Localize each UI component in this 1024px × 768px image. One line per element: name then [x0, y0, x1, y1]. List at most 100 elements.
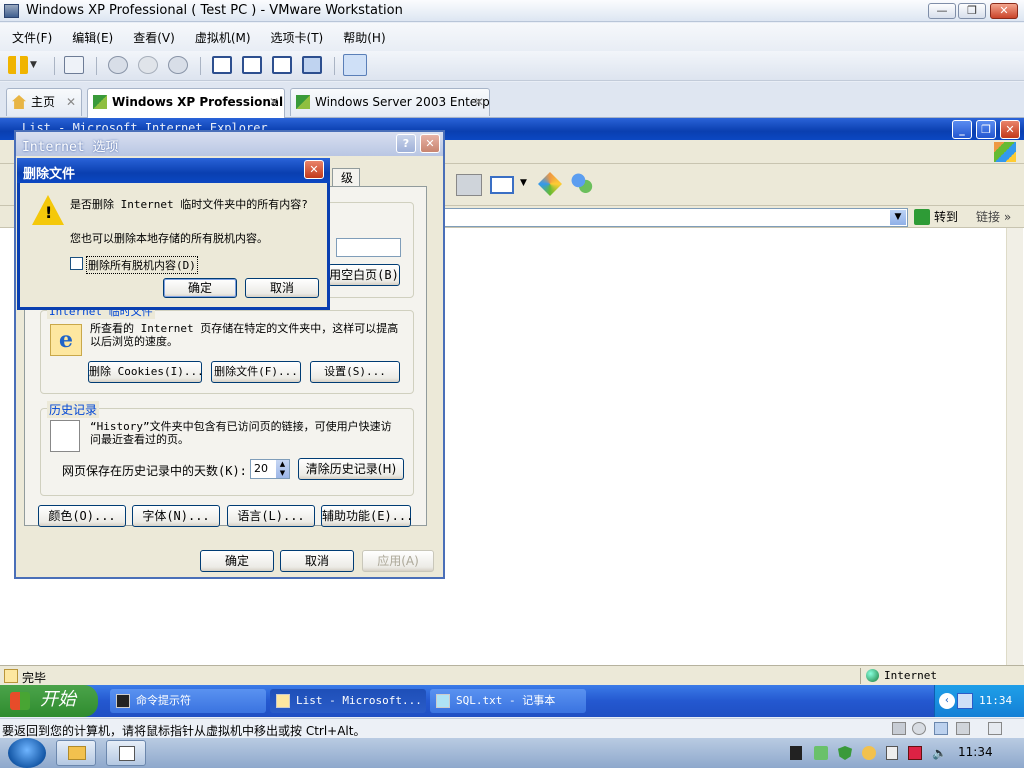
address-input[interactable]: ▼	[440, 208, 908, 227]
tray-app2-icon[interactable]	[862, 746, 876, 760]
accessibility-button[interactable]: 辅助功能(E)...	[321, 505, 413, 527]
task-label: 命令提示符	[136, 694, 191, 707]
maximize-button[interactable]: ❐	[958, 3, 986, 19]
task-ie-list[interactable]: List - Microsoft...	[270, 689, 426, 713]
discuss-icon[interactable]	[538, 172, 562, 196]
print-icon[interactable]	[456, 174, 482, 196]
quick-switch-icon[interactable]	[343, 54, 367, 76]
tray-device-icon[interactable]	[886, 746, 898, 760]
home-icon	[12, 95, 26, 109]
console-view-icon[interactable]	[242, 56, 262, 74]
network-status-icon[interactable]	[908, 746, 922, 760]
dialog-close-button[interactable]: ✕	[304, 160, 324, 179]
dialog-titlebar: 删除文件 ✕	[17, 158, 330, 183]
host-clock: 11:34	[958, 745, 993, 759]
minimize-button[interactable]: —	[928, 3, 956, 19]
delete-cookies-button[interactable]: 删除 Cookies(I)...	[88, 361, 204, 383]
settings-button[interactable]: 设置(S)...	[310, 361, 400, 383]
snapshot-manager-icon[interactable]	[168, 56, 188, 74]
security-shield-icon[interactable]	[838, 746, 852, 760]
ie-scrollbar[interactable]	[1006, 228, 1023, 665]
xp-system-tray: ‹ 11:34	[934, 685, 1024, 717]
start-button[interactable]: 开始	[0, 685, 98, 717]
host-start-orb[interactable]	[8, 738, 46, 768]
tab-label: Windows XP Professional...	[112, 95, 285, 109]
chevron-left-icon[interactable]: ‹	[939, 693, 955, 709]
delete-files-button[interactable]: 删除文件(F)...	[211, 361, 301, 383]
fullscreen-icon[interactable]	[272, 56, 292, 74]
fonts-button[interactable]: 字体(N)...	[132, 505, 220, 527]
colors-button[interactable]: 颜色(O)...	[38, 505, 126, 527]
tray-app-icon[interactable]	[814, 746, 828, 760]
unity-icon[interactable]	[302, 56, 322, 74]
ie-close-button[interactable]: ✕	[1000, 120, 1020, 139]
tab-partial[interactable]: 级	[332, 168, 360, 186]
dialog-close-button[interactable]: ✕	[420, 134, 440, 153]
menu-vm[interactable]: 虚拟机(M)	[193, 27, 253, 48]
menu-help[interactable]: 帮助(H)	[341, 27, 387, 48]
sidebar-view-icon[interactable]	[212, 56, 232, 74]
task-cmd[interactable]: 命令提示符	[110, 689, 266, 713]
revert-snapshot-icon[interactable]	[138, 56, 158, 74]
temp-files-description: 所查看的 Internet 页存储在特定的文件夹中，这样可以提高以后浏览的速度。	[90, 322, 399, 348]
cdrom-icon[interactable]	[912, 722, 926, 735]
links-button[interactable]: 链接 »	[976, 207, 1011, 227]
tab-home[interactable]: 主页 ✕	[6, 88, 82, 116]
homepage-address-input[interactable]	[336, 238, 401, 257]
security-zone: Internet	[884, 669, 937, 682]
apply-button[interactable]: 应用(A)	[362, 550, 434, 572]
network-icon[interactable]	[64, 56, 84, 74]
usb-icon[interactable]	[956, 722, 970, 735]
task-notepad[interactable]: SQL.txt - 记事本	[430, 689, 586, 713]
snapshot-icon[interactable]	[108, 56, 128, 74]
checkbox-label[interactable]: 删除所有脱机内容(D)	[86, 256, 198, 274]
chevron-down-icon[interactable]: ▼	[890, 210, 906, 225]
grab-notice: 要返回到您的计算机，请将鼠标指针从虚拟机中移出或按 Ctrl+Alt。	[2, 724, 366, 738]
edit-icon[interactable]	[490, 176, 514, 194]
history-days-spinner[interactable]: 20 ▲ ▼	[250, 459, 290, 479]
chevron-down-icon[interactable]: ▼	[520, 178, 527, 188]
spinner-arrows-icon[interactable]: ▲ ▼	[276, 460, 289, 478]
media-icon[interactable]	[790, 746, 802, 760]
close-button[interactable]: ✕	[990, 3, 1018, 19]
tab-label: 主页	[31, 95, 56, 109]
network-tray-icon[interactable]	[957, 693, 973, 709]
clear-history-button[interactable]: 清除历史记录(H)	[298, 458, 404, 480]
delete-offline-checkbox[interactable]	[70, 257, 83, 270]
ok-button[interactable]: 确定	[163, 278, 237, 298]
menu-tabs[interactable]: 选项卡(T)	[269, 27, 326, 48]
messenger-icon[interactable]	[570, 172, 594, 196]
vmware-toolbar: ▼	[0, 51, 1024, 81]
close-tab-icon[interactable]: ✕	[474, 89, 484, 115]
ie-statusbar: 完毕 Internet	[0, 665, 1024, 685]
languages-button[interactable]: 语言(L)...	[227, 505, 315, 527]
go-button[interactable]: 转到	[912, 207, 958, 227]
tab-windows-xp[interactable]: Windows XP Professional... ✕	[87, 88, 285, 118]
ok-button[interactable]: 确定	[200, 550, 274, 572]
menu-file[interactable]: 文件(F)	[10, 27, 54, 48]
network-adapter-icon[interactable]	[934, 722, 948, 735]
menu-edit[interactable]: 编辑(E)	[70, 27, 115, 48]
vmware-taskbar-button[interactable]	[106, 740, 146, 766]
volume-icon[interactable]: 🔈	[932, 746, 947, 760]
pause-icon[interactable]	[8, 56, 28, 74]
menu-view[interactable]: 查看(V)	[131, 27, 177, 48]
close-tab-icon[interactable]: ✕	[66, 89, 76, 115]
explorer-taskbar-button[interactable]	[56, 740, 96, 766]
vm-running-icon	[296, 95, 310, 109]
windows-logo-icon	[994, 142, 1016, 162]
chevron-down-icon[interactable]: ▼	[30, 56, 42, 74]
message-icon[interactable]	[988, 722, 1002, 735]
hard-disk-icon[interactable]	[892, 722, 906, 735]
help-button[interactable]: ?	[396, 134, 416, 153]
globe-icon	[866, 669, 879, 682]
close-tab-icon[interactable]: ✕	[269, 89, 279, 115]
ie-restore-button[interactable]: ❐	[976, 120, 996, 139]
use-blank-button[interactable]: 用空白页(B)	[328, 264, 400, 286]
vmware-statusbar: 要返回到您的计算机，请将鼠标指针从虚拟机中移出或按 Ctrl+Alt。	[0, 718, 1024, 738]
task-label: SQL.txt - 记事本	[456, 694, 556, 707]
ie-minimize-button[interactable]: _	[952, 120, 972, 139]
cancel-button[interactable]: 取消	[245, 278, 319, 298]
tab-windows-server-2003[interactable]: Windows Server 2003 Enterpr... ✕	[290, 88, 490, 116]
cancel-button[interactable]: 取消	[280, 550, 354, 572]
